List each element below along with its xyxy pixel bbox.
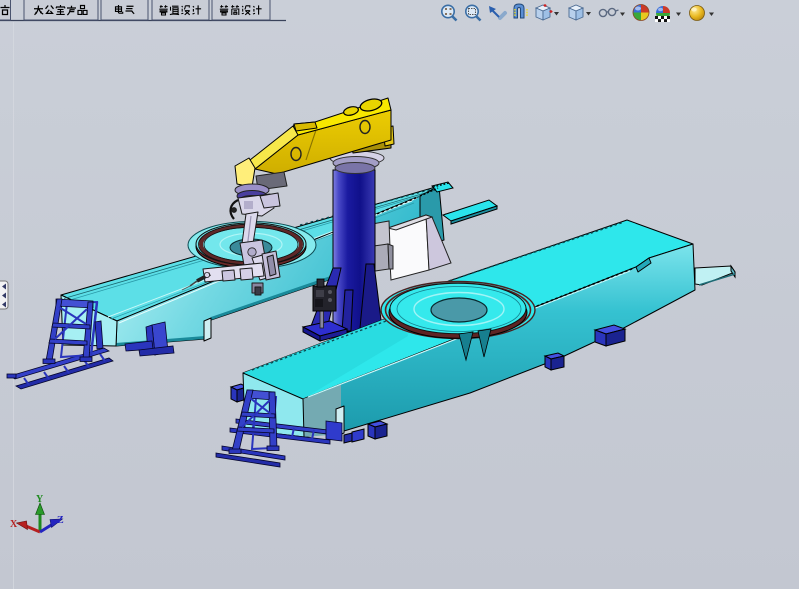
svg-text:Z: Z (57, 515, 64, 526)
svg-text:X: X (10, 519, 18, 530)
svg-text:Y: Y (36, 494, 44, 505)
